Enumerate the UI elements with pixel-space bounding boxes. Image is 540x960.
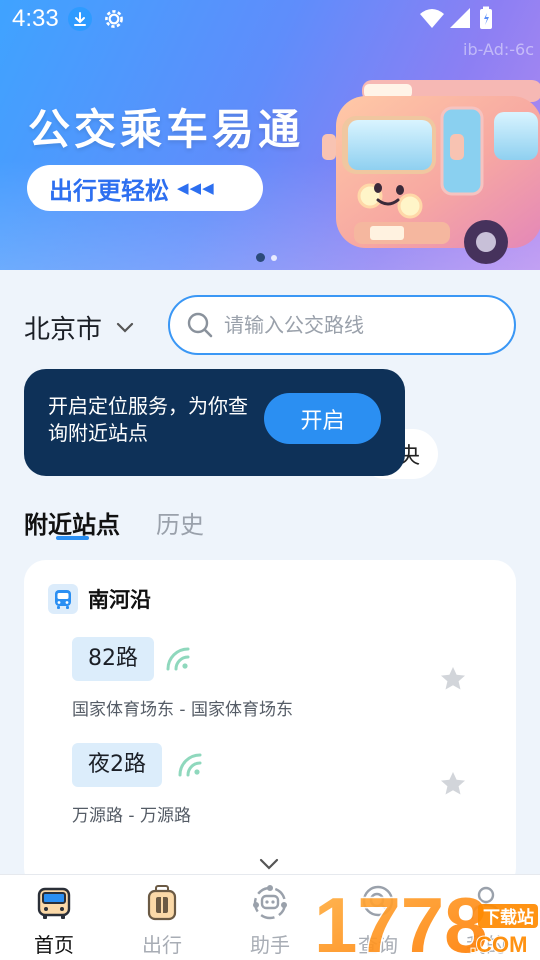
nearby-stop-card: 南河沿 82路 国家体育场东 - 国家体育场东 夜2路 万源路 - 万源路 <box>24 560 516 890</box>
banner-slogan: 出行更轻松 <box>49 176 169 205</box>
location-permission-tooltip: 开启定位服务，为你查询附近站点 开启 <box>24 369 405 476</box>
download-icon <box>68 7 92 31</box>
nav-assistant[interactable]: 助手 <box>230 883 310 958</box>
watermark-suffix: .COM <box>470 932 527 957</box>
route-search-bar[interactable] <box>168 295 516 355</box>
status-bar: 4:33 ib-Ad:-6c <box>0 0 540 59</box>
favorite-star-icon[interactable] <box>438 769 468 799</box>
nav-label: 出行 <box>142 933 182 957</box>
luggage-icon <box>147 885 177 921</box>
chevron-down-icon <box>116 322 134 333</box>
route-item[interactable]: 夜2路 万源路 - 万源路 <box>72 743 191 826</box>
device-id: ib-Ad:-6c <box>463 40 534 59</box>
nav-travel[interactable]: 出行 <box>122 883 202 958</box>
banner-slogan-pill[interactable]: 出行更轻松 ◀◀◀ <box>27 165 263 211</box>
watermark-number: 1778 <box>314 881 488 960</box>
assistant-icon <box>253 885 287 920</box>
wifi-icon <box>420 9 444 28</box>
tooltip-message: 开启定位服务，为你查询附近站点 <box>48 394 248 445</box>
enable-location-button[interactable]: 开启 <box>264 393 381 444</box>
realtime-signal-icon <box>166 647 190 671</box>
watermark-tag: 下载站 <box>483 907 534 928</box>
status-time: 4:33 <box>12 5 59 32</box>
banner-title: 公交乘车易通 <box>28 105 305 154</box>
status-icons <box>420 6 492 29</box>
carousel-indicator <box>256 253 277 262</box>
route-number-badge: 82路 <box>72 637 154 681</box>
arrows-icon: ◀◀◀ <box>177 179 215 197</box>
tab-active-indicator <box>56 536 89 540</box>
favorite-star-icon[interactable] <box>438 664 468 694</box>
gear-icon <box>105 10 123 28</box>
nav-label: 首页 <box>34 933 74 957</box>
stop-name: 南河沿 <box>88 588 151 612</box>
cell-signal-icon <box>450 8 470 28</box>
bus-stop-icon <box>48 584 78 614</box>
bus-home-icon <box>37 887 71 919</box>
search-icon <box>187 312 213 338</box>
nav-label: 助手 <box>250 933 290 957</box>
route-direction: 万源路 - 万源路 <box>72 806 191 826</box>
realtime-signal-icon <box>178 753 202 777</box>
tab-history[interactable]: 历史 <box>156 505 204 540</box>
expand-chevron-icon[interactable] <box>259 858 279 870</box>
carousel-dot-active <box>256 253 265 262</box>
banner-carousel[interactable]: 4:33 ib-Ad:-6c 公交乘车易通 出行更轻松 ◀◀◀ <box>0 0 540 270</box>
city-selector[interactable]: 北京市 <box>24 309 134 346</box>
tab-nearby-stops[interactable]: 附近站点 <box>24 505 120 540</box>
stop-header[interactable]: 南河沿 <box>48 584 151 614</box>
search-input[interactable] <box>224 313 494 337</box>
nav-home[interactable]: 首页 <box>14 883 94 958</box>
carousel-dot <box>271 254 277 261</box>
bus-illustration <box>322 80 540 264</box>
route-number-badge: 夜2路 <box>72 743 162 787</box>
city-name: 北京市 <box>24 315 103 345</box>
site-watermark: 1778 .COM 下载站 <box>313 880 538 960</box>
route-direction: 国家体育场东 - 国家体育场东 <box>72 700 293 720</box>
